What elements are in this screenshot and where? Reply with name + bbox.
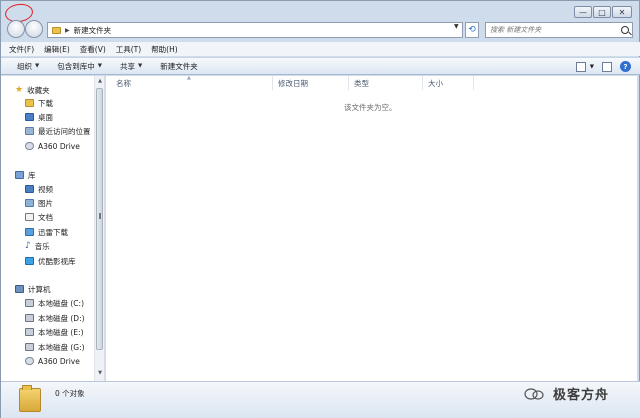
picture-library-icon [25, 199, 34, 207]
chevron-down-icon: ▼ [97, 63, 102, 69]
menu-bar: 文件(F) 编辑(E) 查看(V) 工具(T) 帮助(H) [1, 42, 640, 56]
youku-library-icon [25, 257, 34, 265]
back-button[interactable] [7, 20, 25, 38]
maximize-button[interactable]: □ [593, 6, 611, 18]
star-icon: ★ [15, 85, 24, 95]
cloud-drive-icon [25, 357, 34, 365]
computer-icon [15, 285, 24, 293]
column-size[interactable]: 大小 [428, 78, 443, 89]
column-divider[interactable] [473, 76, 474, 90]
view-controls: ▼ ? [568, 61, 631, 72]
column-name[interactable]: 名称 [116, 78, 131, 89]
hard-disk-icon [25, 328, 34, 336]
menu-view[interactable]: 查看(V) [80, 44, 106, 55]
tree-libraries[interactable]: 库 [15, 169, 36, 181]
tree-item-drive-c[interactable]: 本地磁盘 (C:) [25, 297, 84, 309]
preview-pane-icon[interactable] [602, 61, 612, 72]
navigation-pane: ★ 收藏夹 下载 桌面 最近访问的位置 A360 Drive 库 视频 图片 文… [1, 76, 105, 381]
empty-folder-message: 该文件夹为空。 [344, 103, 397, 112]
chevron-down-icon: ▼ [35, 63, 40, 69]
change-view-icon[interactable] [575, 61, 586, 72]
organize-button[interactable]: 组织 ▼ [17, 61, 39, 72]
cloud-drive-icon [25, 142, 34, 150]
close-button[interactable]: ✕ [612, 6, 632, 18]
tree-item-a360-computer[interactable]: A360 Drive [25, 355, 80, 367]
address-path[interactable]: 新建文件夹 [74, 25, 112, 36]
navigation-row: ▶ 新建文件夹 ▼ ⟲ [1, 19, 640, 41]
forward-button[interactable] [25, 20, 43, 38]
address-bar[interactable]: ▶ 新建文件夹 [47, 22, 463, 38]
tree-favorites[interactable]: ★ 收藏夹 [15, 84, 50, 96]
video-library-icon [25, 185, 34, 193]
tree-item-drive-d[interactable]: 本地磁盘 (D:) [25, 312, 85, 324]
watermark-text: 极客方舟 [553, 388, 610, 403]
new-folder-button[interactable]: 新建文件夹 [160, 61, 198, 72]
menu-edit[interactable]: 编辑(E) [44, 44, 70, 55]
address-dropdown-icon[interactable]: ▼ [454, 23, 459, 30]
share-button[interactable]: 共享 ▼ [120, 61, 142, 72]
scroll-thumb[interactable] [96, 88, 103, 350]
grip-icon [99, 213, 101, 219]
refresh-button[interactable]: ⟲ [465, 22, 479, 38]
tree-item-thunder[interactable]: 迅雷下载 [25, 226, 68, 238]
menu-tools[interactable]: 工具(T) [116, 44, 141, 55]
tree-item-drive-e[interactable]: 本地磁盘 (E:) [25, 326, 84, 338]
tree-item-a360[interactable]: A360 Drive [25, 140, 80, 152]
library-icon [15, 171, 24, 179]
search-icon[interactable] [621, 26, 629, 34]
sort-indicator-icon: ▲ [187, 75, 191, 81]
tree-item-music[interactable]: ♪ 音乐 [25, 240, 50, 252]
column-type[interactable]: 类型 [354, 78, 369, 89]
download-folder-icon [25, 99, 34, 107]
explorer-window: — □ ✕ ▶ 新建文件夹 ▼ ⟲ 文件(F) 编辑(E) 查看(V) 工具(T… [0, 0, 640, 418]
hard-disk-icon [25, 299, 34, 307]
tree-item-youku[interactable]: 优酷影视库 [25, 255, 76, 267]
hard-disk-icon [25, 314, 34, 322]
command-bar: 组织 ▼ 包含到库中 ▼ 共享 ▼ 新建文件夹 ▼ ? [1, 57, 640, 75]
scroll-down-icon[interactable]: ▼ [96, 370, 104, 376]
tree-item-pictures[interactable]: 图片 [25, 197, 53, 209]
tree-item-desktop[interactable]: 桌面 [25, 111, 53, 123]
desktop-icon [25, 113, 34, 121]
hard-disk-icon [25, 343, 34, 351]
folder-icon [52, 26, 61, 34]
file-list[interactable]: ▲ 名称 修改日期 类型 大小 该文件夹为空。 [106, 75, 637, 381]
chevron-down-icon[interactable]: ▼ [590, 64, 594, 70]
tree-item-documents[interactable]: 文档 [25, 211, 53, 223]
document-library-icon [25, 213, 34, 221]
menu-help[interactable]: 帮助(H) [151, 44, 178, 55]
item-count: 0 个对象 [55, 389, 85, 398]
tree-item-drive-g[interactable]: 本地磁盘 (G:) [25, 341, 85, 353]
tree-computer[interactable]: 计算机 [15, 283, 51, 295]
folder-icon [19, 385, 41, 412]
tree-item-videos[interactable]: 视频 [25, 183, 53, 195]
tree-item-downloads[interactable]: 下载 [25, 97, 53, 109]
column-date-modified[interactable]: 修改日期 [278, 78, 308, 89]
column-divider[interactable] [422, 76, 423, 90]
nav-scrollbar[interactable]: ▲ ▼ [94, 76, 104, 381]
column-divider[interactable] [272, 76, 273, 90]
breadcrumb-arrow-icon[interactable]: ▶ [65, 27, 70, 34]
tree-item-recent[interactable]: 最近访问的位置 [25, 125, 91, 137]
include-in-library-button[interactable]: 包含到库中 ▼ [57, 61, 102, 72]
chevron-down-icon: ▼ [137, 63, 143, 69]
music-note-icon: ♪ [25, 241, 31, 251]
search-input[interactable] [486, 23, 618, 37]
thunder-download-icon [25, 228, 34, 236]
search-box[interactable] [485, 22, 633, 38]
help-icon[interactable]: ? [620, 61, 631, 72]
wechat-logo-icon [524, 388, 544, 400]
menu-file[interactable]: 文件(F) [9, 44, 34, 55]
minimize-button[interactable]: — [574, 6, 592, 18]
column-divider[interactable] [348, 76, 349, 90]
scroll-up-icon[interactable]: ▲ [96, 78, 104, 84]
recent-places-icon [25, 127, 34, 135]
